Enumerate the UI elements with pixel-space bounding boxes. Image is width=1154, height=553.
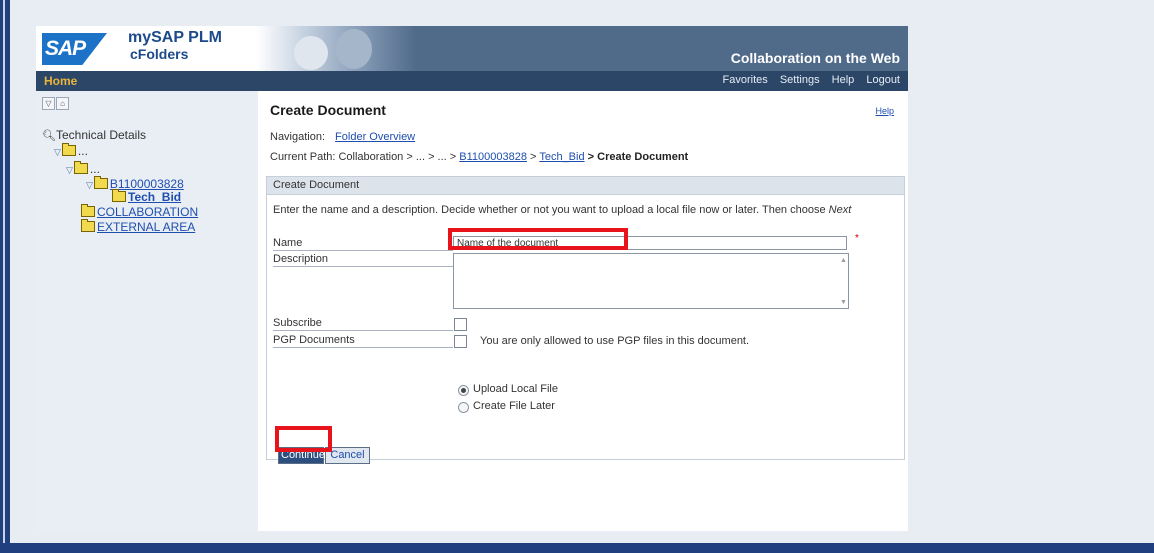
top-nav: Favorites Settings Help Logout xyxy=(714,74,900,86)
cancel-button[interactable]: Cancel xyxy=(325,447,370,464)
description-label: Description xyxy=(273,253,453,267)
tree-node-collaboration[interactable]: COLLABORATION xyxy=(81,204,198,219)
pgp-documents-checkbox[interactable] xyxy=(454,335,467,348)
open-folder-icon xyxy=(112,189,126,202)
tree-root[interactable]: 🔍︎Technical Details xyxy=(42,128,146,142)
folder-icon xyxy=(73,161,88,174)
create-document-panel: Create Document Enter the name and a des… xyxy=(266,176,905,464)
subscribe-checkbox[interactable] xyxy=(454,318,467,331)
instructions-text: Enter the name and a description. Decide… xyxy=(273,204,852,216)
upload-local-file-radio[interactable] xyxy=(458,385,469,396)
tree-node-tech-bid[interactable]: Tech_Bid xyxy=(112,189,181,204)
create-file-later-radio[interactable] xyxy=(458,402,469,413)
help-link[interactable]: Help xyxy=(875,106,894,116)
tree-node-external-area[interactable]: EXTERNAL AREA xyxy=(81,219,195,234)
breadcrumb-tech-bid[interactable]: Tech_Bid xyxy=(539,151,584,163)
product-subtitle: cFolders xyxy=(130,46,189,62)
navigation-row: Navigation: Folder Overview xyxy=(270,131,415,143)
navigation-label: Navigation: xyxy=(270,131,326,143)
cfolders-app: SAP mySAP PLM cFolders Collaboration on … xyxy=(36,26,908,531)
folder-tree-sidebar: ▽ ⌂ 🔍︎Technical Details ▽... ▽... ▽ B11000… xyxy=(36,91,258,531)
window-bottom-border xyxy=(0,543,1154,553)
banner-tagline: Collaboration on the Web xyxy=(730,50,900,66)
folder-icon xyxy=(81,219,95,232)
upload-local-file-label[interactable]: Upload Local File xyxy=(473,383,558,395)
settings-link[interactable]: Settings xyxy=(780,74,820,86)
tree-node-b1100003828[interactable]: ▽ B1100003828 xyxy=(86,176,184,191)
product-title: mySAP PLM cFolders xyxy=(128,29,222,63)
logout-link[interactable]: Logout xyxy=(866,74,900,86)
product-name: mySAP PLM xyxy=(128,29,222,46)
home-link[interactable]: Home xyxy=(44,74,77,88)
breadcrumb: Current Path: Collaboration > ... > ... … xyxy=(270,151,689,163)
tree-node-level1[interactable]: ▽... xyxy=(54,143,88,158)
window-left-border xyxy=(0,0,10,553)
header-banner: SAP mySAP PLM cFolders Collaboration on … xyxy=(36,26,908,71)
binoculars-icon: 🔍︎ xyxy=(42,130,56,142)
tree-node-level2[interactable]: ▽... xyxy=(66,161,100,176)
top-menubar: Home Favorites Settings Help Logout xyxy=(36,71,908,91)
collapse-icon[interactable]: ▽ xyxy=(42,97,55,110)
expand-toggle-icon[interactable]: ▽ xyxy=(66,165,73,176)
main-content: Create Document Help Navigation: Folder O… xyxy=(258,91,908,531)
continue-button[interactable]: Continue xyxy=(278,447,325,464)
description-textarea[interactable] xyxy=(453,253,849,309)
folder-icon xyxy=(81,204,95,217)
expand-toggle-icon[interactable]: ▽ xyxy=(86,180,93,191)
home-icon[interactable]: ⌂ xyxy=(56,97,69,110)
panel-header: Create Document xyxy=(267,177,904,195)
pgp-note: You are only allowed to use PGP files in… xyxy=(480,335,750,347)
create-file-later-label[interactable]: Create File Later xyxy=(473,400,555,412)
tree-toolbar: ▽ ⌂ xyxy=(42,95,70,110)
required-marker: * xyxy=(855,233,859,244)
name-label: Name xyxy=(273,237,453,251)
breadcrumb-b1100003828[interactable]: B1100003828 xyxy=(459,151,527,163)
folder-overview-link[interactable]: Folder Overview xyxy=(335,131,415,143)
scroll-up-icon[interactable]: ▲ xyxy=(840,257,847,264)
folder-icon xyxy=(61,143,76,156)
pgp-documents-label: PGP Documents xyxy=(273,334,453,348)
tree-root-label: Technical Details xyxy=(55,128,147,142)
expand-toggle-icon[interactable]: ▽ xyxy=(54,147,61,158)
help-top-link[interactable]: Help xyxy=(832,74,855,86)
favorites-link[interactable]: Favorites xyxy=(723,74,768,86)
subscribe-label: Subscribe xyxy=(273,317,453,331)
banner-photo xyxy=(256,26,416,71)
breadcrumb-current: > Create Document xyxy=(587,151,689,163)
document-name-input[interactable] xyxy=(453,236,847,250)
page-title: Create Document xyxy=(270,102,386,118)
folder-icon xyxy=(93,176,108,189)
scroll-down-icon[interactable]: ▼ xyxy=(840,299,847,306)
